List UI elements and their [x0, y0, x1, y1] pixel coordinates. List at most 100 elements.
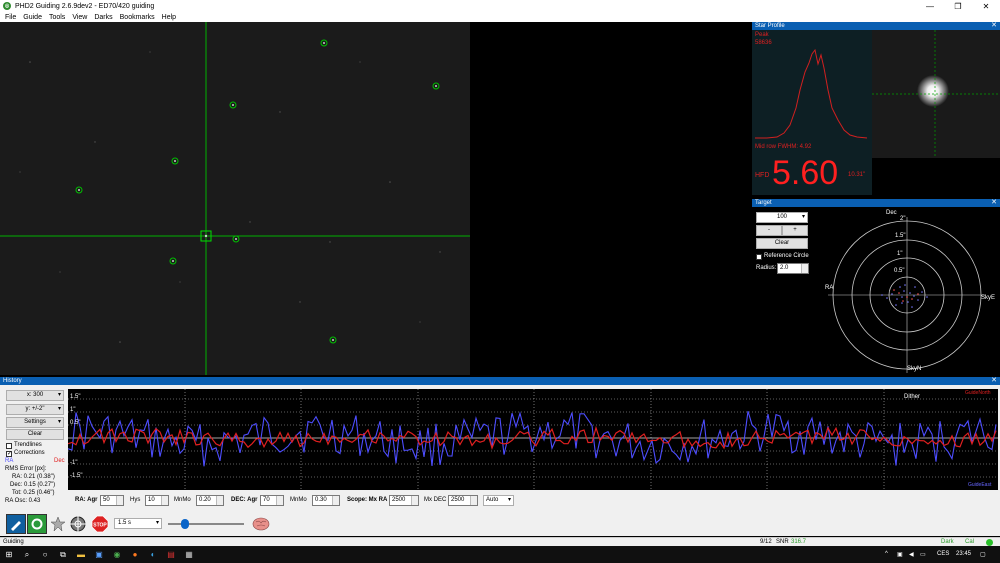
search-icon[interactable]: ⌕ — [18, 546, 36, 563]
menu-tools[interactable]: Tools — [49, 14, 65, 21]
status-cal: Cal — [965, 539, 975, 545]
menu-view[interactable]: View — [72, 14, 87, 21]
history-title: History — [3, 378, 22, 384]
ring-1-label: 1" — [897, 251, 903, 257]
y-label-1: 1" — [70, 407, 76, 413]
rms-dec: Dec: 0.15 (0.27") — [10, 482, 56, 488]
ra-agr-input[interactable]: 50 — [100, 495, 124, 506]
ra-mnmo-input[interactable]: 0.20 — [196, 495, 224, 506]
menu-help[interactable]: Help — [162, 14, 176, 21]
ra-agr-label: RA: Agr — [75, 497, 98, 503]
ra-legend: RA — [5, 458, 14, 464]
maximize-button[interactable]: ❐ — [944, 2, 972, 11]
svg-text:STOP: STOP — [93, 523, 107, 529]
gamma-slider[interactable] — [168, 523, 244, 525]
dec-mnmo-input[interactable]: 0.30 — [312, 495, 340, 506]
phd2-taskbar-icon[interactable]: ◉ — [108, 546, 126, 563]
mx-dec-input[interactable]: 2500 — [448, 495, 478, 506]
history-settings-button[interactable]: Settings — [6, 417, 64, 428]
axis-dec-label: Dec — [886, 210, 897, 216]
ra-osc: RA Osc: 0.43 — [5, 498, 41, 504]
menu-file[interactable]: File — [5, 14, 16, 21]
tray-battery-icon[interactable]: ▭ — [920, 551, 926, 558]
dec-mode-select[interactable]: Auto — [483, 495, 514, 506]
trendlines-label: Trendlines — [14, 442, 42, 448]
phd2-logo-icon: ◎ — [3, 2, 11, 10]
edge-icon[interactable]: ◐ — [144, 546, 162, 563]
store-icon[interactable]: ▣ — [90, 546, 108, 563]
peak-label: Peak — [755, 32, 769, 38]
tray-chevron-icon[interactable]: ^ — [885, 551, 888, 557]
y-label-1-5: 1.5" — [70, 394, 81, 400]
title-bar: ◎ PHD2 Guiding 2.6.9dev2 - ED70/420 guid… — [0, 0, 1000, 12]
history-yscale-select[interactable]: y: +/-2" — [6, 404, 64, 415]
auto-select-star-icon[interactable] — [48, 514, 68, 534]
window-title: PHD2 Guiding 2.6.9dev2 - ED70/420 guidin… — [15, 2, 155, 10]
corrections-checkbox[interactable]: ✓ — [6, 451, 12, 457]
guide-north-label: GuideNorth — [965, 390, 991, 396]
status-bar: Guiding 9/12 SNR 316.7 Dark Cal — [0, 537, 1000, 546]
rms-total: Tot: 0.25 (0.46") — [12, 490, 55, 496]
menu-bar: File Guide Tools View Darks Bookmarks He… — [0, 12, 1000, 22]
close-icon[interactable]: ✕ — [991, 377, 997, 385]
ring-2-label: 2" — [900, 216, 906, 222]
dec-agr-label: DEC: Agr — [231, 497, 258, 503]
menu-guide[interactable]: Guide — [23, 14, 42, 21]
target-plot — [828, 217, 986, 373]
windows-start-icon[interactable]: ⊞ — [0, 546, 18, 563]
trendlines-checkbox[interactable] — [6, 443, 12, 449]
tray-volume-icon[interactable]: ◀ — [909, 551, 914, 558]
hfd-value: 5.60 — [772, 154, 839, 192]
brain-icon[interactable] — [250, 514, 272, 534]
task-view-icon[interactable]: ⧉ — [54, 546, 72, 563]
gamma-slider-handle[interactable] — [181, 519, 189, 529]
y-label-0-5: 0.5" — [70, 420, 81, 426]
file-explorer-icon[interactable]: ▬ — [72, 546, 90, 563]
fwhm-readout: Mid row FWHM: 4.92 — [755, 144, 812, 150]
tray-clock[interactable]: 23:45 — [956, 551, 971, 557]
menu-bookmarks[interactable]: Bookmarks — [120, 14, 155, 21]
star-profile-title: Star Profile — [755, 23, 785, 29]
menu-darks[interactable]: Darks — [94, 14, 112, 21]
history-xscale-select[interactable]: x: 300 — [6, 390, 64, 401]
y-label-neg-1-5: -1.5" — [70, 473, 83, 479]
history-clear-button[interactable]: Clear — [6, 429, 64, 440]
dec-agr-input[interactable]: 70 — [260, 495, 284, 506]
target-panel: 100 - + Clear Reference Circle Radius: 2… — [752, 207, 1000, 375]
app-icon[interactable]: ▤ — [162, 546, 180, 563]
status-frame: 9/12 — [760, 539, 772, 545]
tray-language[interactable]: CES — [937, 551, 949, 557]
minimize-button[interactable]: — — [916, 2, 944, 11]
close-icon[interactable]: ✕ — [991, 199, 997, 207]
guide-east-label: GuideEast — [968, 482, 992, 488]
close-icon[interactable]: ✕ — [991, 22, 997, 30]
status-led-icon — [986, 539, 993, 546]
status-state: Guiding — [3, 539, 24, 545]
tray-network-icon[interactable]: ▣ — [897, 551, 903, 558]
firefox-icon[interactable]: ● — [126, 546, 144, 563]
hys-input[interactable]: 10 — [145, 495, 169, 506]
notification-icon[interactable]: ▢ — [980, 551, 986, 558]
axis-skye-label: SkyE — [981, 295, 996, 301]
axis-skyn-label: SkyN — [907, 366, 922, 372]
axis-ra-label: RA — [825, 285, 834, 291]
hfd-label: HFD — [755, 172, 770, 179]
rms-title: RMS Error [px]: — [5, 466, 47, 472]
loop-icon[interactable] — [27, 514, 47, 534]
status-dark: Dark — [941, 539, 954, 545]
mx-ra-input[interactable]: 2500 — [389, 495, 419, 506]
stop-icon[interactable]: STOP — [90, 514, 110, 534]
close-button[interactable]: ✕ — [972, 2, 1000, 11]
target-header: Target ✕ — [752, 199, 1000, 207]
guide-icon[interactable] — [68, 514, 88, 534]
camera-image-view[interactable] — [0, 22, 470, 375]
cortana-icon[interactable]: ○ — [36, 546, 54, 563]
hys-label: Hys — [130, 497, 141, 503]
history-graph[interactable]: 1.5" 1" 0.5" -1" -1.5" Dither GuideNorth… — [68, 389, 998, 490]
target-title: Target — [755, 200, 772, 206]
calculator-icon[interactable]: ▦ — [180, 546, 198, 563]
exposure-select[interactable]: 1.5 s — [114, 518, 162, 529]
camera-connect-icon[interactable] — [6, 514, 26, 534]
ring-0-5-label: 0.5" — [894, 268, 905, 274]
history-header: History ✕ — [0, 377, 1000, 385]
